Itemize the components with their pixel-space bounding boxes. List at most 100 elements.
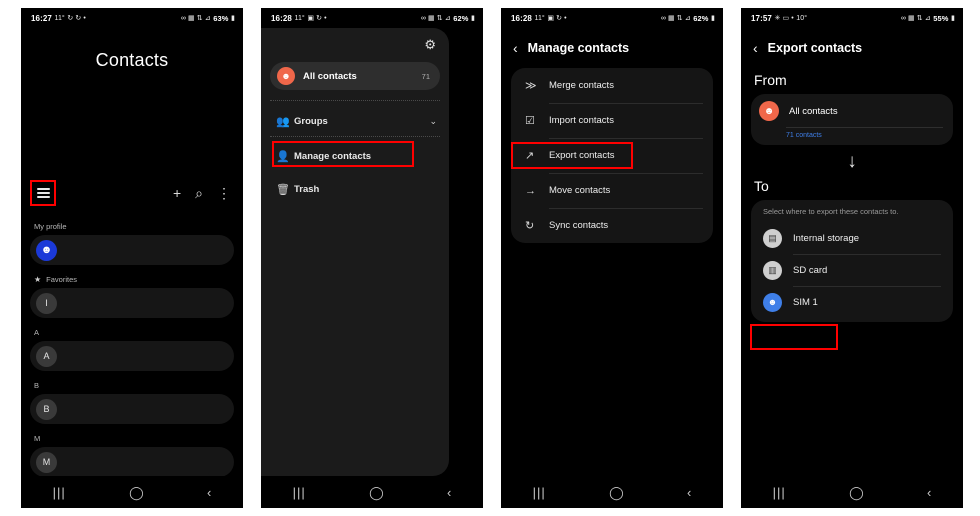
status-bar-right: ∞ ▦ ⇅ ⊿ 55% ▮ [901, 14, 955, 23]
to-section-label: To [754, 178, 769, 194]
system-navigation-bar: ||| ◯ ‹ [501, 476, 723, 508]
home-button[interactable]: ◯ [849, 486, 864, 499]
back-arrow-icon[interactable]: ‹ [513, 41, 518, 55]
battery-icon: ▮ [951, 15, 955, 22]
status-left-icons: ✳ ▭ • [774, 15, 794, 22]
merge-icon: ≫ [525, 80, 537, 92]
phone-screen-export-contacts: 17:57 ✳ ▭ • 10° ∞ ▦ ⇅ ⊿ 55% ▮ ‹ Export c… [741, 8, 963, 508]
recents-button[interactable]: ||| [293, 486, 306, 499]
back-button[interactable]: ‹ [927, 486, 931, 499]
section-label: B [34, 381, 40, 390]
status-bar-left: 16:27 11° ↻ ↻ • [31, 14, 86, 23]
status-left-icons: ▣ ↻ • [547, 15, 567, 22]
phone-screen-manage-contacts: 16:28 11° ▣ ↻ • ∞ ▦ ⇅ ⊿ 62% ▮ ‹ Manage c… [501, 8, 723, 508]
destination-label: Internal storage [793, 232, 860, 244]
person-icon: ☻ [40, 244, 53, 256]
avatar: ☻ [277, 67, 295, 85]
app-bar: ‹ Manage contacts [501, 28, 723, 68]
home-button[interactable]: ◯ [129, 486, 144, 499]
hamburger-menu-button[interactable] [30, 180, 56, 206]
drawer-item-all-contacts[interactable]: ☻ All contacts 71 [270, 62, 440, 90]
status-bar: 16:28 11° ▣ ↻ • ∞ ▦ ⇅ ⊿ 62% ▮ [501, 8, 723, 28]
screenshot-board: 16:27 11° ↻ ↻ • ∞ ▦ ⇅ ⊿ 63% ▮ Contacts +… [0, 0, 980, 516]
battery-icon: ▮ [231, 15, 235, 22]
list-item[interactable]: M [30, 447, 234, 477]
back-button[interactable]: ‹ [447, 486, 451, 499]
destination-sd-card[interactable]: ▥ SD card [751, 254, 953, 286]
add-contact-icon[interactable]: + [173, 186, 181, 200]
list-item[interactable]: I [30, 288, 234, 318]
drawer-item-label: Trash [294, 183, 320, 195]
sd-card-icon: ▥ [763, 260, 782, 280]
nav-drawer-body: ⚙ ☻ All contacts 71 👥 Groups ⌄ 👤 Manage … [261, 28, 483, 508]
section-header-my-profile: My profile [21, 216, 243, 235]
back-button[interactable]: ‹ [687, 486, 691, 499]
avatar: ☻ [759, 101, 779, 121]
section-header-a: A [21, 322, 243, 341]
hamburger-icon [36, 188, 50, 198]
status-right-icons: ∞ ▦ ⇅ ⊿ [420, 15, 451, 22]
gear-icon[interactable]: ⚙ [424, 38, 436, 51]
battery-icon: ▮ [711, 15, 715, 22]
list-item[interactable]: ☻ [30, 235, 234, 265]
status-battery: 62% [693, 13, 709, 23]
list-item-import-contacts[interactable]: ☑ Import contacts [511, 103, 713, 138]
list-item-label: Move contacts [549, 185, 611, 196]
status-bar-right: ∞ ▦ ⇅ ⊿ 62% ▮ [661, 14, 715, 23]
drawer-item-groups[interactable]: 👥 Groups ⌄ [261, 106, 449, 136]
back-arrow-icon[interactable]: ‹ [753, 41, 758, 55]
page-title: Export contacts [767, 41, 863, 55]
page-title: Contacts [95, 50, 169, 70]
avatar: M [36, 451, 57, 473]
from-section-label: From [754, 72, 787, 88]
sim-icon: ☻ [763, 292, 782, 312]
status-bar: 16:27 11° ↻ ↻ • ∞ ▦ ⇅ ⊿ 63% ▮ [21, 8, 243, 28]
status-battery: 63% [213, 13, 229, 23]
from-source-card[interactable]: ☻ All contacts 71 contacts [751, 94, 953, 145]
more-options-icon[interactable]: ⋮ [217, 186, 231, 200]
system-navigation-bar: ||| ◯ ‹ [741, 476, 963, 508]
status-bar-left: 16:28 11° ▣ ↻ • [271, 14, 327, 23]
status-bar-right: ∞ ▦ ⇅ ⊿ 63% ▮ [181, 14, 235, 23]
back-button[interactable]: ‹ [207, 486, 211, 499]
home-button[interactable]: ◯ [609, 486, 624, 499]
status-time: 16:28 [511, 13, 532, 23]
home-button[interactable]: ◯ [369, 486, 384, 499]
list-item-sync-contacts[interactable]: ↻ Sync contacts [511, 208, 713, 243]
list-item-merge-contacts[interactable]: ≫ Merge contacts [511, 68, 713, 103]
search-icon[interactable]: ⌕ [195, 186, 203, 200]
recents-button[interactable]: ||| [773, 486, 786, 499]
recents-button[interactable]: ||| [533, 486, 546, 499]
destination-sim-1[interactable]: ☻ SIM 1 [751, 286, 953, 318]
section-header-favorites: ★ Favorites [21, 269, 243, 288]
status-temperature: 10° [796, 14, 808, 22]
all-contacts-label: All contacts [303, 70, 357, 82]
app-bar: ‹ Export contacts [741, 28, 963, 68]
list-item[interactable]: B [30, 394, 234, 424]
list-item[interactable]: A [30, 341, 234, 371]
drawer-item-trash[interactable]: 🗑 Trash [261, 174, 449, 204]
chevron-down-icon[interactable]: ⌄ [429, 116, 437, 127]
avatar: A [36, 345, 57, 367]
destination-internal-storage[interactable]: ▤ Internal storage [751, 222, 953, 254]
recents-button[interactable]: ||| [53, 486, 66, 499]
list-item-label: Sync contacts [549, 220, 609, 231]
status-right-icons: ∞ ▦ ⇅ ⊿ [660, 15, 691, 22]
from-source-row: ☻ All contacts [759, 101, 943, 121]
system-navigation-bar: ||| ◯ ‹ [261, 476, 483, 508]
arrow-down-icon: ↓ [847, 151, 857, 172]
status-battery: 55% [933, 13, 949, 23]
to-destination-card: Select where to export these contacts to… [751, 200, 953, 322]
manage-contacts-body: ‹ Manage contacts ≫ Merge contacts ☑ Imp… [501, 28, 723, 508]
status-left-icons: ↻ ↻ • [67, 15, 86, 22]
system-navigation-bar: ||| ◯ ‹ [21, 476, 243, 508]
avatar: ☻ [36, 239, 57, 261]
move-icon: → [525, 184, 536, 197]
section-label: A [34, 328, 40, 337]
from-source-name: All contacts [789, 105, 838, 117]
status-bar-right: ∞ ▦ ⇅ ⊿ 62% ▮ [421, 14, 475, 23]
list-item-label: Merge contacts [549, 80, 614, 91]
all-contacts-count: 71 [421, 71, 430, 81]
list-item-move-contacts[interactable]: → Move contacts [511, 173, 713, 208]
status-bar: 17:57 ✳ ▭ • 10° ∞ ▦ ⇅ ⊿ 55% ▮ [741, 8, 963, 28]
